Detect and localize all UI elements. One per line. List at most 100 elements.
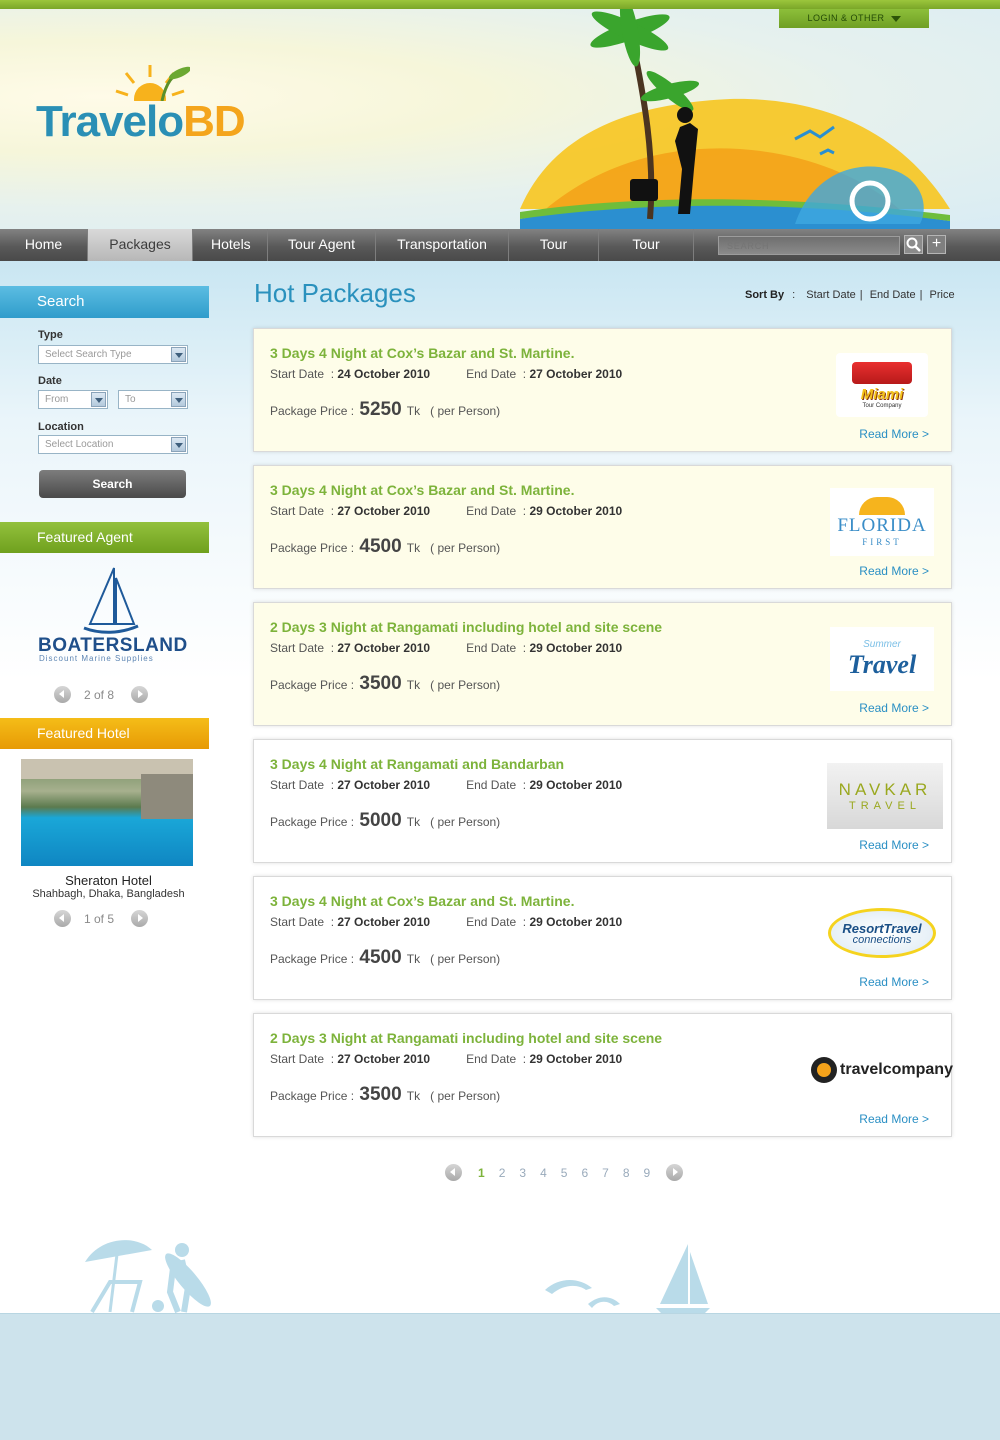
plus-button[interactable]: + <box>927 235 946 254</box>
hotel-photo[interactable] <box>21 759 193 866</box>
page-link[interactable]: 3 <box>519 1166 526 1180</box>
price-label: Package Price : <box>270 678 355 692</box>
end-date-value: 29 October 2010 <box>529 915 623 929</box>
start-date-label: Start Date <box>270 504 325 518</box>
start-date-label: Start Date <box>270 778 325 792</box>
package-price: Package Price : 3500 Tk ( per Person) <box>270 673 500 695</box>
hotel-pager-text: 1 of 5 <box>84 912 115 926</box>
per-person-label: ( per Person) <box>430 815 501 829</box>
nav-home[interactable]: Home <box>0 229 88 261</box>
package-title[interactable]: 3 Days 4 Night at Cox’s Bazar and St. Ma… <box>270 893 574 909</box>
package-price: Package Price : 4500 Tk ( per Person) <box>270 536 500 558</box>
page-link[interactable]: 7 <box>602 1166 609 1180</box>
location-select[interactable]: Select Location <box>38 435 188 454</box>
type-select[interactable]: Select Search Type <box>38 345 188 364</box>
sort-bar: Sort By: Start Date | End Date | Price <box>745 289 955 301</box>
read-more-link[interactable]: Read More > <box>859 975 929 989</box>
agent-prev-button[interactable] <box>54 686 71 703</box>
agent-tagline: Discount Marine Supplies <box>39 654 154 663</box>
package-title[interactable]: 2 Days 3 Night at Rangamati including ho… <box>270 1030 662 1046</box>
package-card[interactable]: 3 Days 4 Night at Cox’s Bazar and St. Ma… <box>253 465 952 589</box>
search-button[interactable] <box>904 235 923 254</box>
hotel-next-button[interactable] <box>131 910 148 927</box>
search-submit-button[interactable]: Search <box>39 470 186 498</box>
package-card[interactable]: 3 Days 4 Night at Cox’s Bazar and St. Ma… <box>253 876 952 1000</box>
nav-hotels[interactable]: Hotels <box>193 229 268 261</box>
login-dropdown[interactable]: LOGIN & OTHER <box>779 9 929 28</box>
page-next-button[interactable] <box>666 1164 684 1181</box>
sun-icon <box>859 497 905 515</box>
package-card[interactable]: 2 Days 3 Night at Rangamati including ho… <box>253 602 952 726</box>
sun-logo-icon <box>115 65 190 101</box>
page-link[interactable]: 2 <box>499 1166 506 1180</box>
featured-agent-title: Featured Agent <box>0 522 209 553</box>
agent-logo[interactable]: Summer Travel <box>827 625 937 693</box>
price-label: Package Price : <box>270 1089 355 1103</box>
nav-tour-club[interactable]: Tour Club <box>599 229 694 283</box>
nav-packages[interactable]: Packages <box>88 229 193 261</box>
start-date-label: Start Date <box>270 915 325 929</box>
travelcompany-logo: travelcompany <box>811 1050 953 1090</box>
sailboat-logo-icon <box>83 567 139 634</box>
package-title[interactable]: 2 Days 3 Night at Rangamati including ho… <box>270 619 662 635</box>
sort-start-date[interactable]: Start Date <box>806 289 856 301</box>
top-bar <box>0 0 1000 9</box>
package-card[interactable]: 3 Days 4 Night at Rangamati and Bandarba… <box>253 739 952 863</box>
price-label: Package Price : <box>270 404 355 418</box>
search-input[interactable] <box>718 236 900 255</box>
logo-text-travelo: Travelo <box>36 97 184 146</box>
read-more-link[interactable]: Read More > <box>859 1112 929 1126</box>
currency-label: Tk <box>406 678 421 692</box>
date-from-select[interactable]: From <box>38 390 108 409</box>
globe-icon <box>811 1057 838 1083</box>
read-more-link[interactable]: Read More > <box>859 838 929 852</box>
nav-transportation[interactable]: Transportation <box>376 229 509 261</box>
package-price: Package Price : 4500 Tk ( per Person) <box>270 947 500 969</box>
start-date-label: Start Date <box>270 641 325 655</box>
agent-logo[interactable]: ResortTravel connections <box>827 899 937 967</box>
package-title[interactable]: 3 Days 4 Night at Cox’s Bazar and St. Ma… <box>270 345 574 361</box>
start-date-value: 27 October 2010 <box>337 641 431 655</box>
package-dates: Start Date : 27 October 2010 End Date : 2… <box>270 1052 623 1066</box>
currency-label: Tk <box>406 404 421 418</box>
agent-logo[interactable]: NAVKAR TRAVEL <box>827 762 943 830</box>
end-date-label: End Date <box>466 915 517 929</box>
agent-logo[interactable]: travelcompany <box>811 1036 953 1104</box>
login-label: LOGIN & OTHER <box>807 13 885 23</box>
read-more-link[interactable]: Read More > <box>859 564 929 578</box>
agent-next-button[interactable] <box>131 686 148 703</box>
page-link[interactable]: 5 <box>561 1166 568 1180</box>
page-link[interactable]: 6 <box>581 1166 588 1180</box>
package-title[interactable]: 3 Days 4 Night at Cox’s Bazar and St. Ma… <box>270 482 574 498</box>
page-link[interactable]: 8 <box>623 1166 630 1180</box>
price-label: Package Price : <box>270 815 355 829</box>
package-card[interactable]: 3 Days 4 Night at Cox’s Bazar and St. Ma… <box>253 328 952 452</box>
start-date-value: 24 October 2010 <box>337 367 431 381</box>
agent-logo[interactable]: FLORIDA FIRST <box>827 488 937 556</box>
page-link[interactable]: 4 <box>540 1166 547 1180</box>
package-card[interactable]: 2 Days 3 Night at Rangamati including ho… <box>253 1013 953 1137</box>
start-date-label: Start Date <box>270 1052 325 1066</box>
nav-tour-blog[interactable]: Tour Blog <box>509 229 599 283</box>
package-dates: Start Date : 27 October 2010 End Date : 2… <box>270 915 623 929</box>
currency-label: Tk <box>406 952 421 966</box>
read-more-link[interactable]: Read More > <box>859 701 929 715</box>
sort-end-date[interactable]: End Date <box>870 289 916 301</box>
end-date-value: 29 October 2010 <box>529 778 623 792</box>
nav-tour-agent[interactable]: Tour Agent <box>268 229 376 261</box>
price-value: 5250 <box>359 399 402 420</box>
currency-label: Tk <box>406 541 421 555</box>
hotel-prev-button[interactable] <box>54 910 71 927</box>
page-link[interactable]: 1 <box>478 1166 485 1180</box>
price-value: 3500 <box>359 1084 402 1105</box>
hotel-address: Shahbagh, Dhaka, Bangladesh <box>32 888 185 900</box>
site-logo[interactable]: TraveloBD <box>36 97 246 147</box>
sort-price[interactable]: Price <box>930 289 955 301</box>
date-to-select[interactable]: To <box>118 390 188 409</box>
agent-logo[interactable]: Miami Tour Company <box>827 351 937 419</box>
start-date-label: Start Date <box>270 367 325 381</box>
page-link[interactable]: 9 <box>644 1166 651 1180</box>
package-title[interactable]: 3 Days 4 Night at Rangamati and Bandarba… <box>270 756 564 772</box>
page-prev-button[interactable] <box>445 1164 462 1181</box>
read-more-link[interactable]: Read More > <box>859 427 929 441</box>
